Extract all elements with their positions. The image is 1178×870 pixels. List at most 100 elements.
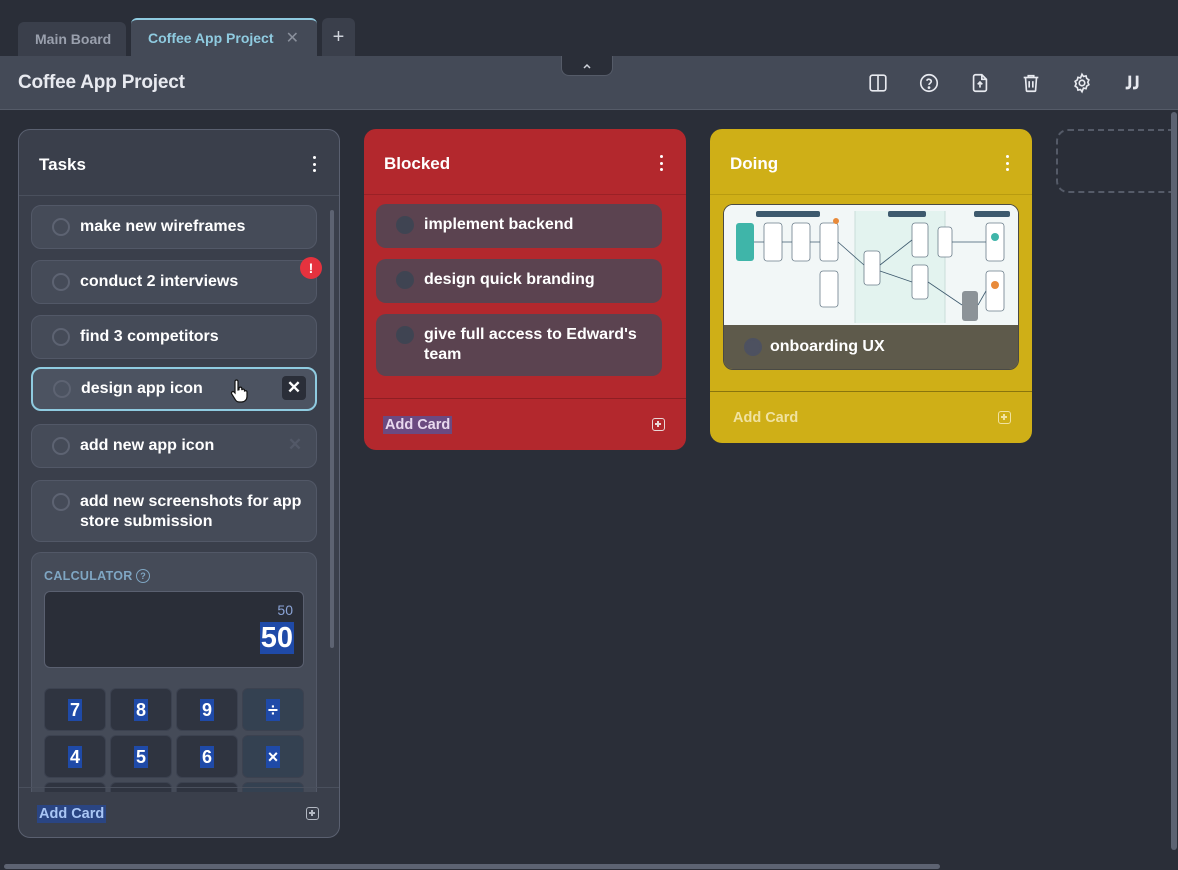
key-label: 8 — [133, 698, 148, 721]
task-card[interactable]: design quick branding — [376, 259, 662, 303]
calc-key-multiply[interactable]: × — [242, 735, 304, 778]
column-doing: Doing onboarding UX Add Card — [710, 129, 1032, 443]
flow-diagram-thumbnail — [724, 205, 1018, 325]
column-menu-icon[interactable] — [658, 155, 664, 171]
column-menu-icon[interactable] — [311, 156, 317, 172]
calc-key-5[interactable]: 5 — [110, 735, 172, 778]
calculator-current-value: 50 — [259, 622, 294, 654]
card-label: onboarding UX — [770, 338, 885, 355]
add-card-icon[interactable] — [306, 807, 319, 820]
help-icon[interactable] — [916, 70, 942, 96]
calc-key-7[interactable]: 7 — [44, 688, 106, 731]
card-label: give full access to Edward's team — [424, 326, 637, 363]
close-icon[interactable]: ✕ — [286, 31, 299, 47]
export-icon[interactable] — [967, 70, 993, 96]
task-card[interactable]: find 3 competitors — [31, 315, 317, 359]
column-title: Doing — [730, 154, 779, 173]
add-card-button[interactable]: Add Card — [383, 416, 453, 434]
tab-coffee-app-project[interactable]: Coffee App Project ✕ — [131, 18, 317, 56]
key-label: × — [265, 745, 281, 768]
task-card-with-image[interactable]: onboarding UX — [723, 204, 1019, 370]
settings-icon[interactable] — [1069, 70, 1095, 96]
checkbox-circle-icon[interactable] — [52, 273, 70, 291]
column-blocked: Blocked implement backend design quick b… — [364, 129, 686, 450]
card-label: make new wireframes — [80, 218, 246, 235]
add-card-button[interactable]: Add Card — [37, 805, 107, 823]
calculator-display: 50 50 — [44, 591, 304, 668]
task-card-focused[interactable]: design app icon ✕ — [31, 367, 317, 411]
card-cover-image — [724, 205, 1018, 325]
help-icon[interactable]: ? — [136, 569, 150, 583]
checkbox-circle-icon[interactable] — [53, 380, 71, 398]
divider — [710, 194, 1032, 195]
divider — [19, 195, 339, 196]
add-tab-button[interactable]: + — [322, 18, 355, 56]
tab-label: Coffee App Project — [148, 30, 274, 46]
chevron-up-icon — [583, 63, 591, 69]
page-title: Coffee App Project — [18, 72, 185, 93]
divider — [364, 398, 686, 399]
split-view-icon[interactable] — [865, 70, 891, 96]
divider — [19, 787, 339, 788]
calculator-widget: CALCULATOR ? 50 50 7 8 9 ÷ 4 5 6 × — [31, 552, 317, 792]
close-icon[interactable]: ✕ — [283, 433, 307, 457]
close-icon[interactable]: ✕ — [282, 376, 306, 400]
calc-key-6[interactable]: 6 — [176, 735, 238, 778]
card-label: design app icon — [81, 380, 203, 397]
scroll-thumb[interactable] — [4, 864, 940, 869]
task-card[interactable]: implement backend — [376, 204, 662, 248]
card-label: design quick branding — [424, 271, 595, 288]
add-column-placeholder[interactable] — [1056, 129, 1178, 193]
checkbox-circle-icon[interactable] — [52, 493, 70, 511]
calculator-title: CALCULATOR — [44, 569, 133, 583]
checkbox-circle-icon[interactable] — [396, 326, 414, 344]
key-label: ÷ — [266, 698, 280, 721]
checkbox-circle-icon[interactable] — [396, 216, 414, 234]
card-label: find 3 competitors — [80, 328, 219, 345]
page-vertical-scrollbar[interactable] — [1170, 110, 1178, 863]
card-label: conduct 2 interviews — [80, 273, 239, 290]
add-card-icon[interactable] — [998, 411, 1011, 424]
trash-icon[interactable] — [1018, 70, 1044, 96]
pointer-cursor-icon — [230, 379, 248, 403]
task-card[interactable]: add new screenshots for app store submis… — [31, 480, 317, 542]
scroll-thumb[interactable] — [1171, 112, 1177, 850]
collapse-header-button[interactable] — [561, 56, 613, 76]
divider — [710, 391, 1032, 392]
checkbox-circle-icon[interactable] — [52, 328, 70, 346]
column-menu-icon[interactable] — [1004, 155, 1010, 171]
add-card-icon[interactable] — [652, 418, 665, 431]
tab-strip: Main Board Coffee App Project ✕ + — [0, 0, 1178, 56]
column-title: Blocked — [384, 154, 451, 173]
calc-key-divide[interactable]: ÷ — [242, 688, 304, 731]
page-horizontal-scrollbar[interactable] — [0, 863, 1178, 870]
logo-icon[interactable] — [1120, 70, 1146, 96]
key-label: 6 — [199, 745, 214, 768]
card-footer: onboarding UX — [724, 325, 1018, 369]
column-tasks: Tasks make new wireframes conduct 2 inte… — [18, 129, 340, 838]
checkbox-circle-icon[interactable] — [52, 218, 70, 236]
task-card[interactable]: conduct 2 interviews ! — [31, 257, 322, 304]
scroll-thumb[interactable] — [330, 210, 334, 648]
calc-key-4[interactable]: 4 — [44, 735, 106, 778]
key-label: 5 — [133, 745, 148, 768]
checkbox-circle-icon[interactable] — [744, 338, 762, 356]
task-card[interactable]: add new app icon ✕ — [31, 424, 317, 468]
alert-badge-icon: ! — [300, 257, 322, 279]
calc-key-9[interactable]: 9 — [176, 688, 238, 731]
divider — [364, 194, 686, 195]
task-card[interactable]: make new wireframes — [31, 205, 317, 249]
tab-label: Main Board — [35, 31, 112, 47]
column-title: Tasks — [39, 155, 86, 174]
card-label: implement backend — [424, 216, 574, 233]
add-card-button[interactable]: Add Card — [731, 409, 800, 427]
task-card[interactable]: give full access to Edward's team — [376, 314, 662, 376]
column-scrollbar[interactable] — [330, 198, 334, 782]
checkbox-circle-icon[interactable] — [396, 271, 414, 289]
card-label: add new app icon — [80, 437, 215, 454]
calculator-previous-value: 50 — [277, 602, 293, 618]
checkbox-circle-icon[interactable] — [52, 437, 70, 455]
tab-main-board[interactable]: Main Board — [18, 22, 126, 56]
calc-key-8[interactable]: 8 — [110, 688, 172, 731]
key-label: 9 — [199, 698, 214, 721]
